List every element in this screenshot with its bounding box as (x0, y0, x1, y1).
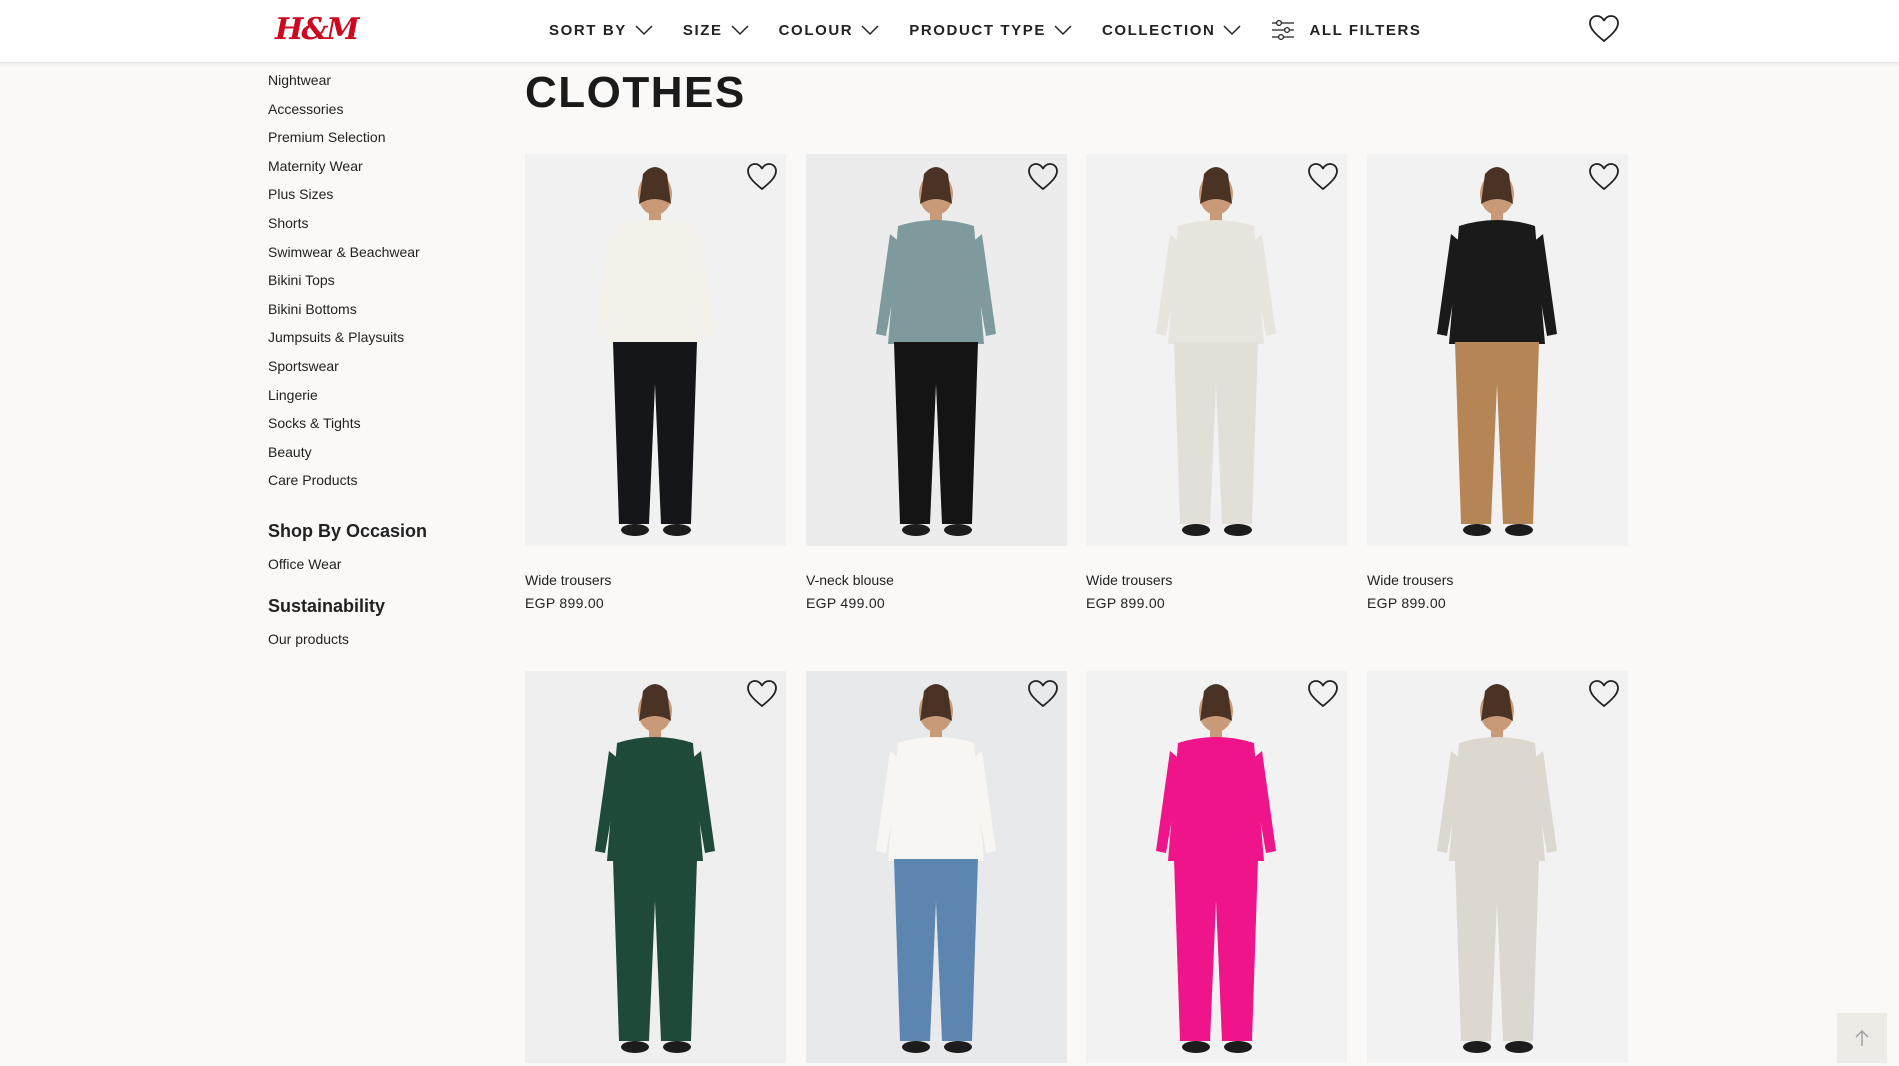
product-image[interactable] (525, 154, 786, 546)
product-card: Wide trousers EGP 899.00 (1086, 154, 1347, 611)
category-bikini-bottoms[interactable]: Bikini Bottoms (268, 297, 488, 326)
product-image[interactable] (1086, 671, 1347, 1063)
all-filters-label: ALL FILTERS (1309, 21, 1422, 39)
product-name[interactable]: V-neck blouse (806, 572, 1067, 588)
favourite-heart-icon[interactable] (746, 162, 778, 192)
favourites-heart-icon[interactable] (1588, 14, 1620, 44)
filter-label: COLLECTION (1101, 21, 1216, 39)
product-image[interactable] (806, 154, 1067, 546)
product-card: Wide trousers EGP 899.00 (525, 154, 786, 611)
product-card (1086, 671, 1347, 1063)
filter-label: COLOUR (778, 21, 854, 39)
favourite-heart-icon[interactable] (1588, 679, 1620, 709)
product-card (1367, 671, 1628, 1063)
filter-label: SORT BY (549, 21, 627, 39)
favourite-heart-icon[interactable] (1027, 162, 1059, 192)
filter-label: SIZE (682, 21, 723, 39)
shop-by-occasion-heading: Shop By Occasion (268, 520, 428, 541)
all-filters-button[interactable]: ALL FILTERS (1271, 19, 1421, 41)
sustainability-heading: Sustainability (268, 595, 386, 616)
product-type-filter[interactable]: PRODUCT TYPE (909, 22, 1072, 39)
product-price: EGP 899.00 (1086, 595, 1166, 611)
scroll-to-top-button[interactable] (1837, 1013, 1887, 1063)
chevron-down-icon (635, 25, 653, 36)
category-care-products[interactable]: Care Products (268, 468, 488, 497)
sort-by-filter[interactable]: SORT BY (549, 22, 653, 39)
page-title: CLOTHES (525, 68, 746, 117)
sliders-icon (1272, 19, 1295, 41)
product-name[interactable]: Wide trousers (1086, 572, 1347, 588)
favourite-heart-icon[interactable] (1027, 679, 1059, 709)
product-price: EGP 899.00 (525, 595, 605, 611)
chevron-down-icon (861, 25, 879, 36)
model-figure (595, 684, 715, 1053)
favourite-heart-icon[interactable] (746, 679, 778, 709)
filter-bar: SORT BY SIZE COLOUR PRODUCT TYPE COLLECT… (549, 0, 1452, 60)
category-bikini-tops[interactable]: Bikini Tops (268, 268, 488, 297)
category-premium-selection[interactable]: Premium Selection (268, 125, 488, 154)
product-card: V-neck blouse EGP 499.00 (806, 154, 1067, 611)
model-figure (876, 684, 996, 1053)
category-swimwear[interactable]: Swimwear & Beachwear (268, 240, 488, 269)
product-name[interactable]: Wide trousers (525, 572, 786, 588)
product-image[interactable] (525, 671, 786, 1063)
hm-logo[interactable]: H&M (275, 12, 360, 47)
model-figure (1437, 167, 1557, 536)
product-price: EGP 499.00 (806, 595, 886, 611)
size-filter[interactable]: SIZE (683, 22, 749, 39)
category-jumpsuits[interactable]: Jumpsuits & Playsuits (268, 325, 488, 354)
category-socks-tights[interactable]: Socks & Tights (268, 411, 488, 440)
product-image[interactable] (1367, 154, 1628, 546)
product-card (525, 671, 786, 1063)
chevron-down-icon (731, 25, 749, 36)
category-beauty[interactable]: Beauty (268, 440, 488, 469)
chevron-down-icon (1223, 25, 1241, 36)
category-shorts[interactable]: Shorts (268, 211, 488, 240)
product-image[interactable] (806, 671, 1067, 1063)
top-header: H&M SORT BY SIZE COLOUR PRODUCT TYPE COL… (0, 0, 1899, 63)
favourite-heart-icon[interactable] (1307, 162, 1339, 192)
category-accessories[interactable]: Accessories (268, 97, 488, 126)
model-figure (1156, 167, 1276, 536)
category-nightwear[interactable]: Nightwear (268, 68, 488, 97)
model-figure (876, 167, 996, 536)
model-figure (595, 167, 715, 536)
category-plus-sizes[interactable]: Plus Sizes (268, 182, 488, 211)
favourite-heart-icon[interactable] (1307, 679, 1339, 709)
product-price: EGP 899.00 (1367, 595, 1447, 611)
category-list: Nightwear Accessories Premium Selection … (268, 68, 488, 497)
model-figure (1437, 684, 1557, 1053)
arrow-up-icon (1855, 1030, 1869, 1046)
collection-filter[interactable]: COLLECTION (1102, 22, 1242, 39)
category-sportswear[interactable]: Sportswear (268, 354, 488, 383)
chevron-down-icon (1054, 25, 1072, 36)
category-maternity-wear[interactable]: Maternity Wear (268, 154, 488, 183)
model-figure (1156, 684, 1276, 1053)
favourite-heart-icon[interactable] (1588, 162, 1620, 192)
product-name[interactable]: Wide trousers (1367, 572, 1628, 588)
filter-label: PRODUCT TYPE (909, 21, 1046, 39)
product-card: Wide trousers EGP 899.00 (1367, 154, 1628, 611)
product-image[interactable] (1367, 671, 1628, 1063)
our-products-link[interactable]: Our products (268, 631, 488, 647)
office-wear-link[interactable]: Office Wear (268, 556, 488, 572)
product-card (806, 671, 1067, 1063)
category-sidebar: Nightwear Accessories Premium Selection … (268, 68, 488, 665)
product-image[interactable] (1086, 154, 1347, 546)
category-lingerie[interactable]: Lingerie (268, 383, 488, 412)
colour-filter[interactable]: COLOUR (779, 22, 880, 39)
